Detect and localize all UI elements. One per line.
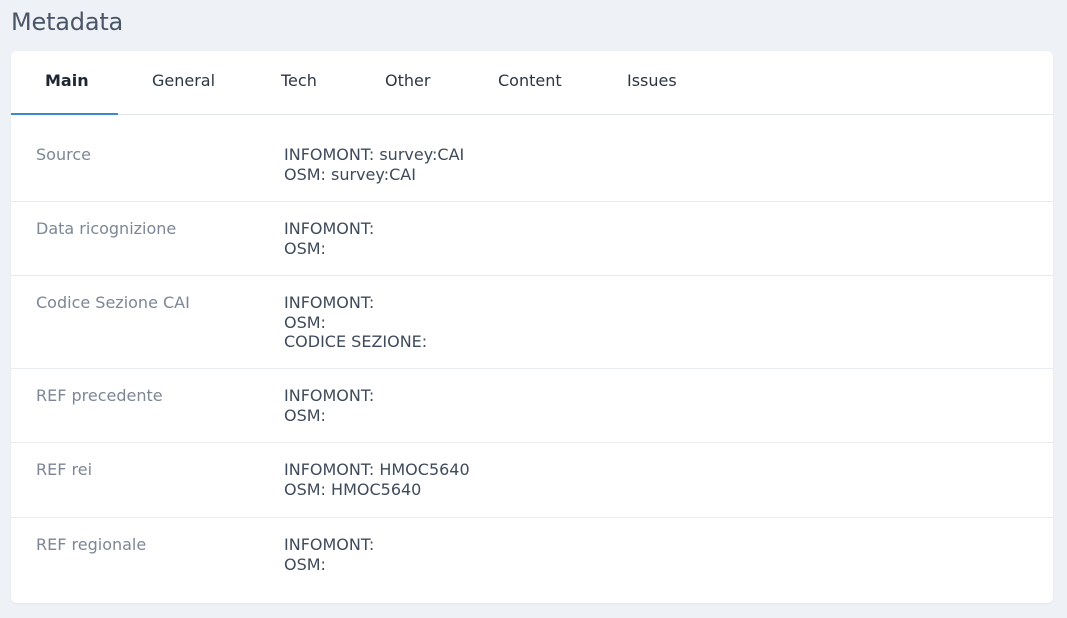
page-title: Metadata xyxy=(11,8,124,36)
row-value: INFOMONT: xyxy=(284,386,375,405)
row-values: INFOMONT: HMOC5640 OSM: HMOC5640 xyxy=(284,460,470,499)
tab-bar: Main General Tech Other Content Issues xyxy=(11,51,1053,115)
row-values: INFOMONT: OSM: CODICE SEZIONE: xyxy=(284,293,427,352)
row-value: OSM: xyxy=(284,238,326,258)
row-value: INFOMONT: survey:CAI xyxy=(284,145,465,164)
row-value: INFOMONT: xyxy=(284,293,375,312)
row-label: REF precedente xyxy=(36,386,163,405)
row-label: Source xyxy=(36,145,91,164)
row-label: Data ricognizione xyxy=(36,219,177,238)
metadata-row-ref-precedente: REF precedente INFOMONT: OSM: xyxy=(11,369,1053,443)
tab-issues[interactable]: Issues xyxy=(627,71,677,90)
row-value: OSM: xyxy=(284,312,326,332)
metadata-card: Main General Tech Other Content Issues S… xyxy=(11,51,1053,603)
tab-general[interactable]: General xyxy=(152,71,215,90)
metadata-row-ref-regionale: REF regionale INFOMONT: OSM: xyxy=(11,518,1053,603)
row-value: OSM: xyxy=(284,554,326,574)
row-value: INFOMONT: xyxy=(284,219,375,238)
metadata-row-source: Source INFOMONT: survey:CAI OSM: survey:… xyxy=(11,115,1053,202)
tab-tech[interactable]: Tech xyxy=(281,71,317,90)
row-values: INFOMONT: OSM: xyxy=(284,219,374,258)
tab-content[interactable]: Content xyxy=(498,71,562,90)
row-values: INFOMONT: survey:CAI OSM: survey:CAI xyxy=(284,145,464,184)
row-value: CODICE SEZIONE: xyxy=(284,332,428,351)
row-value: OSM: HMOC5640 xyxy=(284,479,422,499)
row-label: REF regionale xyxy=(36,535,147,554)
metadata-row-data-ricognizione: Data ricognizione INFOMONT: OSM: xyxy=(11,202,1053,276)
row-value: OSM: survey:CAI xyxy=(284,164,416,184)
metadata-row-codice-sezione-cai: Codice Sezione CAI INFOMONT: OSM: CODICE… xyxy=(11,276,1053,369)
metadata-row-ref-rei: REF rei INFOMONT: HMOC5640 OSM: HMOC5640 xyxy=(11,443,1053,518)
row-value: INFOMONT: xyxy=(284,535,375,554)
tab-main[interactable]: Main xyxy=(45,71,89,90)
tab-other[interactable]: Other xyxy=(385,71,430,90)
row-label: REF rei xyxy=(36,460,93,479)
row-label: Codice Sezione CAI xyxy=(36,293,190,312)
row-values: INFOMONT: OSM: xyxy=(284,535,374,574)
row-values: INFOMONT: OSM: xyxy=(284,386,374,425)
row-value: INFOMONT: HMOC5640 xyxy=(284,460,470,479)
row-value: OSM: xyxy=(284,405,326,425)
